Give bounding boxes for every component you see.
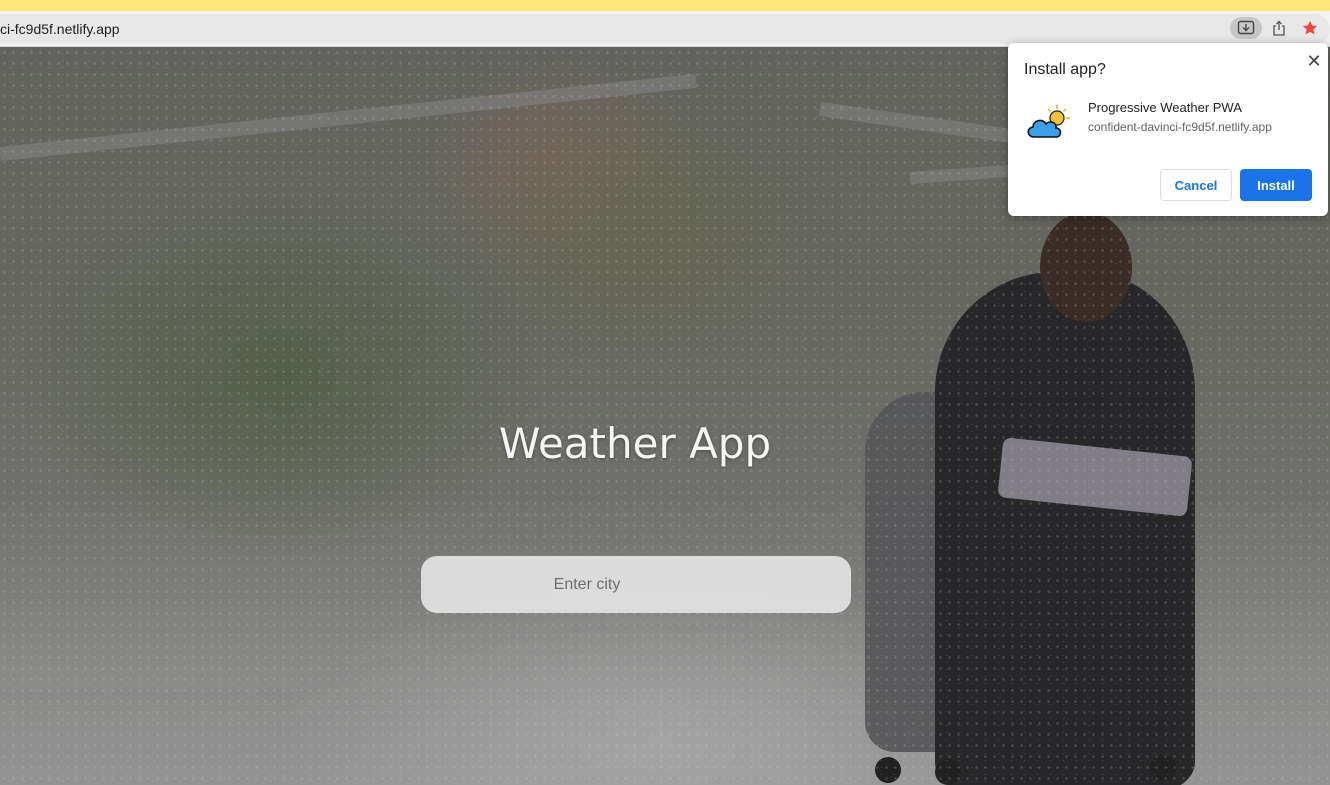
url-text[interactable]: ci-fc9d5f.netlify.app <box>0 21 120 37</box>
install-app-dialog: Install app? ✕ Progressive Weather PWA c… <box>1008 43 1328 216</box>
share-icon[interactable] <box>1265 17 1293 39</box>
top-strip <box>0 0 1330 11</box>
install-app-icon[interactable] <box>1230 17 1262 39</box>
browser-toolbar: ci-fc9d5f.netlify.app <box>0 11 1330 47</box>
city-search-input[interactable] <box>421 556 851 613</box>
page-title: Weather App <box>498 419 772 468</box>
app-origin: confident-davinci-fc9d5f.netlify.app <box>1088 120 1272 134</box>
bookmark-star-icon[interactable] <box>1296 17 1324 39</box>
app-name: Progressive Weather PWA <box>1088 100 1242 115</box>
address-bar[interactable]: ci-fc9d5f.netlify.app <box>0 14 1330 44</box>
partly-cloudy-icon <box>1024 103 1072 143</box>
install-button[interactable]: Install <box>1240 169 1312 201</box>
cancel-button[interactable]: Cancel <box>1160 169 1232 201</box>
close-icon[interactable]: ✕ <box>1304 51 1324 71</box>
dialog-title: Install app? <box>1024 61 1106 78</box>
